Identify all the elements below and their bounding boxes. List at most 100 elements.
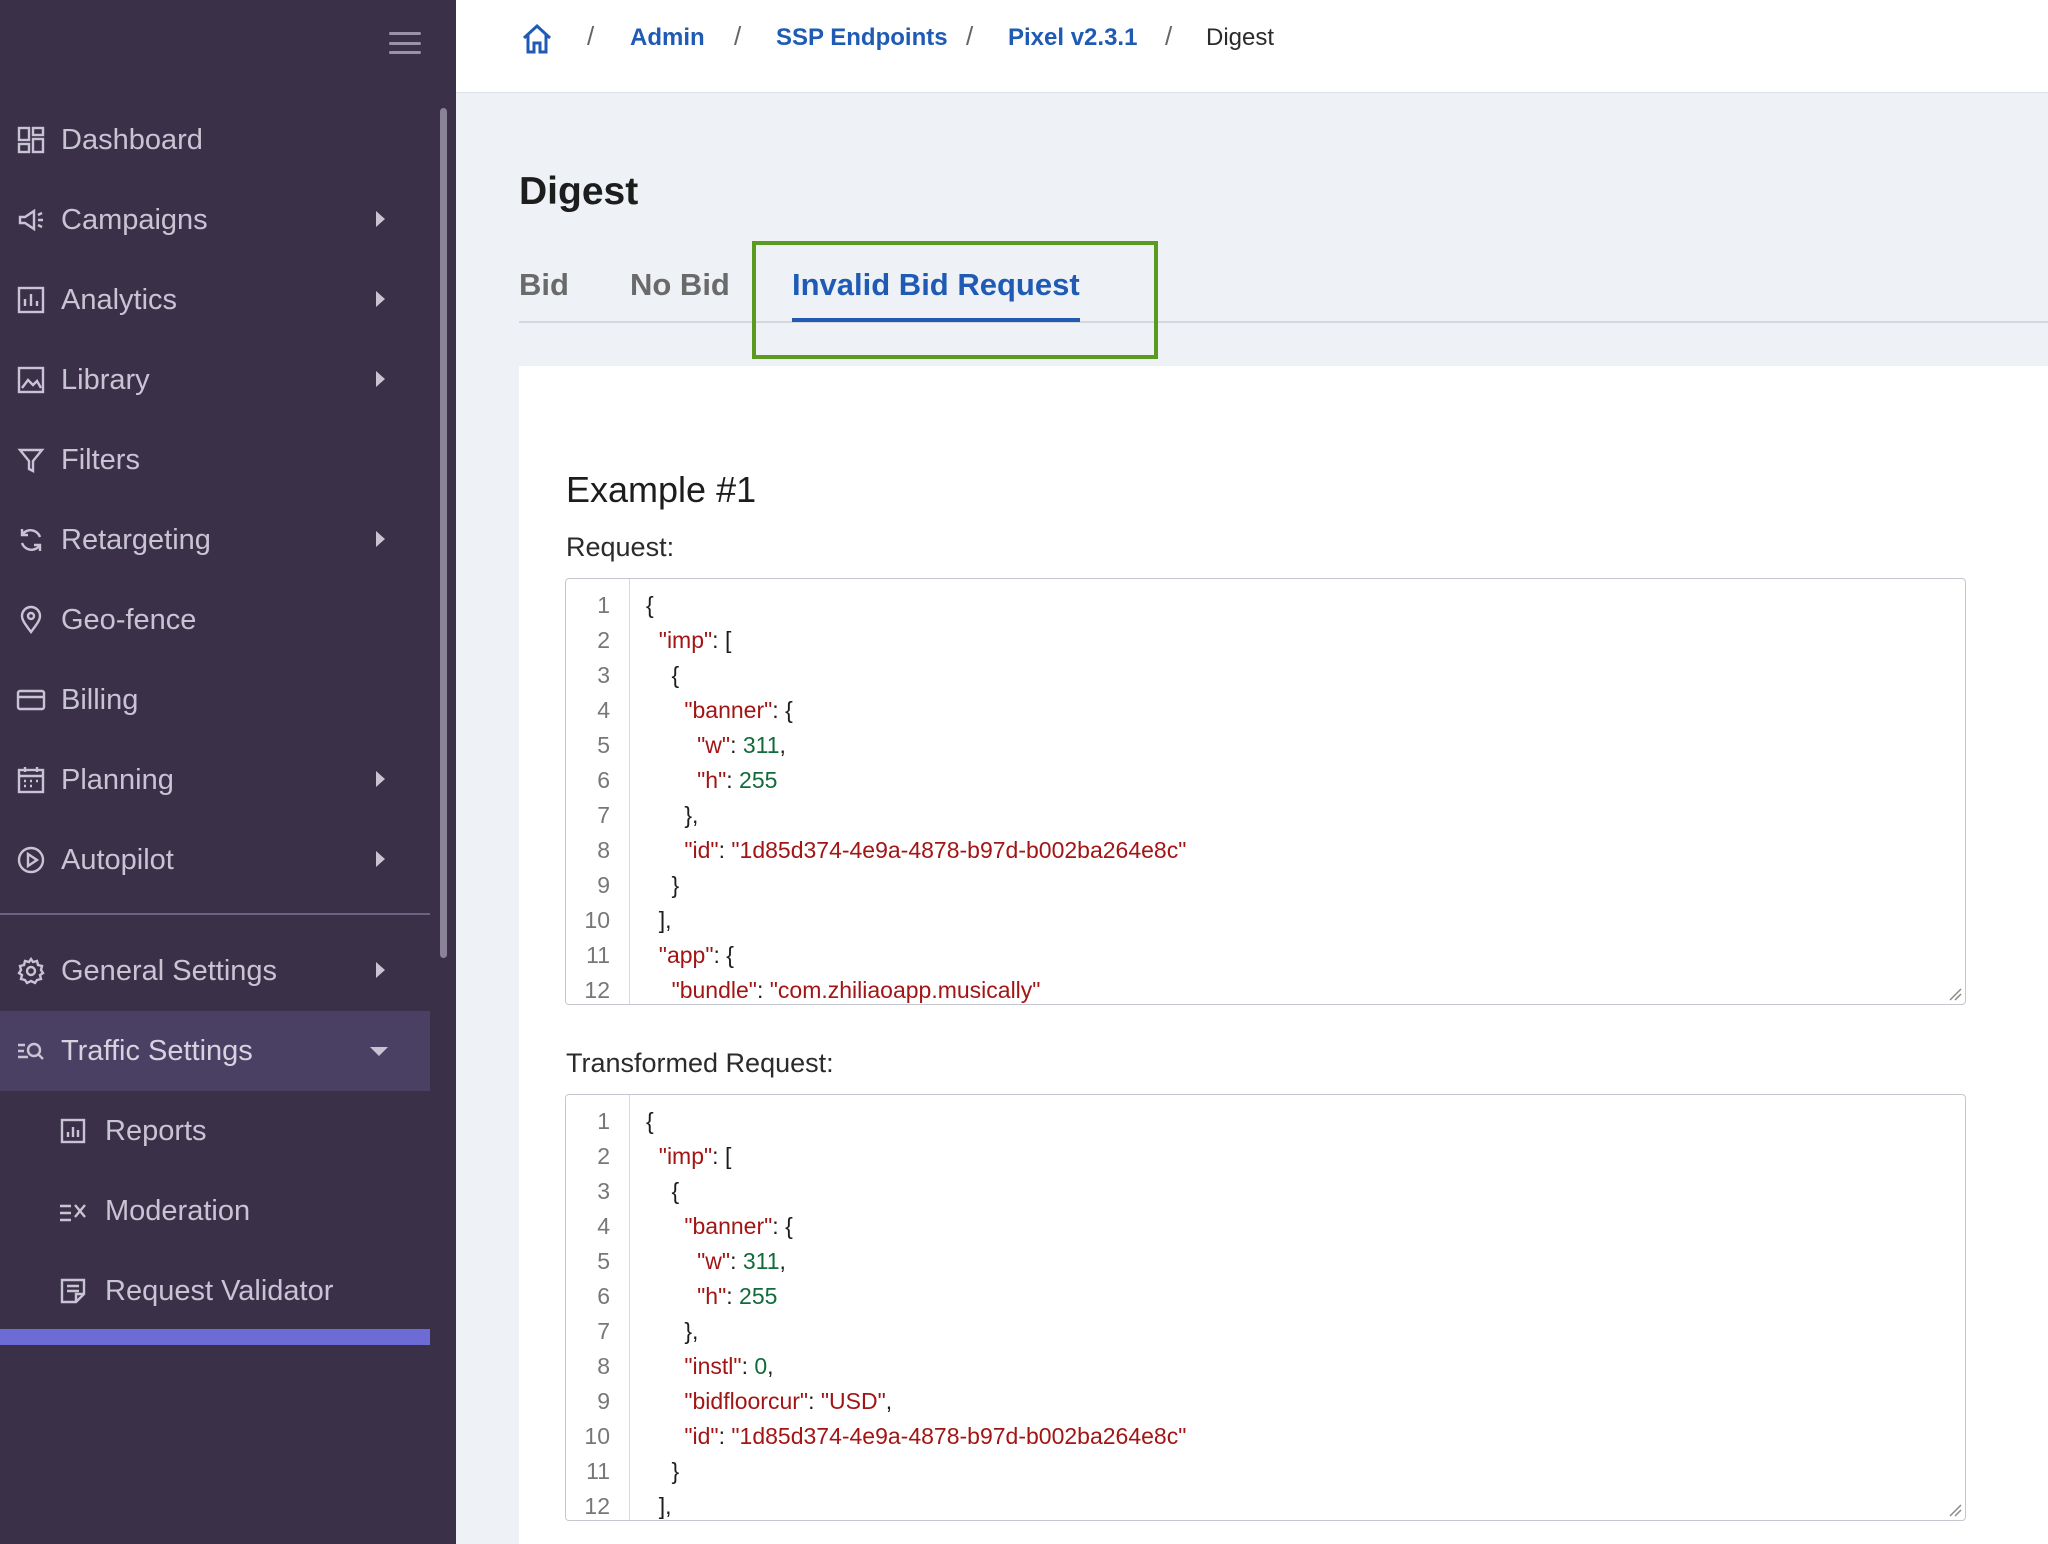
json-punctuation: : <box>718 837 732 863</box>
sidebar-item-retargeting[interactable]: Retargeting <box>0 500 430 580</box>
sidebar-item-reports[interactable]: Reports <box>0 1091 430 1171</box>
json-punctuation: : <box>730 732 743 758</box>
line-number: 12 <box>584 977 610 1003</box>
map-pin-icon <box>16 605 46 635</box>
json-punctuation <box>646 1423 684 1449</box>
request-label: Request: <box>566 532 675 562</box>
code-line: { <box>646 1176 680 1206</box>
json-punctuation: : <box>726 767 740 793</box>
filter-icon <box>16 445 46 475</box>
breadcrumb-pixel-version[interactable]: Pixel v2.3.1 <box>1008 23 1137 53</box>
tab-no-bid[interactable]: No Bid <box>630 265 730 305</box>
json-punctuation: }, <box>646 802 699 828</box>
transformed-request-label: Transformed Request: <box>566 1048 834 1078</box>
sidebar-item-general-settings[interactable]: General Settings <box>0 931 430 1011</box>
code-line: "id": "1d85d374-4e9a-4878-b97d-b002ba264… <box>646 835 1186 865</box>
json-punctuation: , <box>767 1353 774 1379</box>
breadcrumb: / Admin / SSP Endpoints / Pixel v2.3.1 /… <box>456 0 2048 93</box>
sidebar-item-analytics[interactable]: Analytics <box>0 260 430 340</box>
tab-invalid-bid-request[interactable]: Invalid Bid Request <box>792 265 1080 305</box>
json-punctuation: : <box>808 1388 821 1414</box>
line-number: 10 <box>584 907 610 933</box>
play-circle-icon <box>16 845 46 875</box>
json-key: "banner" <box>684 1213 773 1239</box>
chevron-right-icon <box>376 851 385 867</box>
breadcrumb-admin[interactable]: Admin <box>630 23 705 53</box>
sidebar-item-filters[interactable]: Filters <box>0 420 430 500</box>
code-line: { <box>646 660 680 690</box>
json-value: "1d85d374-4e9a-4878-b97d-b002ba264e8c" <box>731 1423 1187 1449</box>
traffic-search-icon <box>16 1036 46 1066</box>
sidebar-item-dashboard[interactable]: Dashboard <box>0 100 430 180</box>
code-line: "h": 255 <box>646 1281 777 1311</box>
breadcrumb-current: Digest <box>1206 24 1275 51</box>
json-punctuation <box>646 767 697 793</box>
home-icon[interactable] <box>520 22 554 56</box>
sidebar: Dashboard Campaigns Analytics Library Fi… <box>0 0 456 1544</box>
transformed-request-code-editor[interactable]: 1 {2 "imp": [3 {4 "banner": {5 "w": 311, 6… <box>565 1094 1966 1521</box>
request-code-editor[interactable]: 1{2 "imp": [3 {4 "banner": {5 "w": 311, 6… <box>565 578 1966 1005</box>
code-line: "app": { <box>646 940 734 970</box>
code-line: "banner": { <box>646 1211 792 1241</box>
sidebar-item-traffic-settings[interactable]: Traffic Settings <box>0 1011 430 1091</box>
line-number: 3 <box>597 662 610 688</box>
json-punctuation <box>646 977 672 1003</box>
resize-handle-icon[interactable] <box>1948 1503 1962 1517</box>
sidebar-item-label: Dashboard <box>61 124 203 156</box>
chevron-down-icon <box>370 1047 388 1056</box>
json-key: "h" <box>697 1283 727 1309</box>
json-value: 0 <box>754 1353 768 1379</box>
line-number: 11 <box>586 1458 610 1484</box>
line-number: 6 <box>597 767 610 793</box>
code-line: "imp": [ <box>646 625 732 655</box>
breadcrumb-separator: / <box>734 21 742 51</box>
tab-bid[interactable]: Bid <box>519 265 569 305</box>
json-punctuation: } <box>646 872 680 898</box>
line-number: 5 <box>597 1248 610 1274</box>
sidebar-item-label: Moderation <box>105 1195 251 1227</box>
line-number: 7 <box>597 1318 610 1344</box>
bar-chart-icon <box>16 285 46 315</box>
sidebar-item-campaigns[interactable]: Campaigns <box>0 180 430 260</box>
chevron-right-icon <box>376 371 385 387</box>
line-number: 11 <box>586 942 610 968</box>
breadcrumb-separator: / <box>587 21 595 51</box>
line-number: 8 <box>597 837 610 863</box>
chevron-right-icon <box>376 531 385 547</box>
json-punctuation: { <box>646 592 654 618</box>
json-key: "instl" <box>684 1353 742 1379</box>
json-key: "id" <box>684 837 719 863</box>
document-edit-icon <box>58 1276 88 1306</box>
sidebar-scrollbar[interactable] <box>440 108 447 958</box>
json-punctuation: : [ <box>712 627 732 653</box>
sidebar-item-billing[interactable]: Billing <box>0 660 430 740</box>
json-punctuation: { <box>646 1108 654 1134</box>
breadcrumb-ssp-endpoints[interactable]: SSP Endpoints <box>776 23 948 53</box>
sidebar-item-library[interactable]: Library <box>0 340 430 420</box>
json-punctuation <box>646 1248 697 1274</box>
json-key: "bidfloorcur" <box>684 1388 809 1414</box>
sidebar-item-autopilot[interactable]: Autopilot <box>0 820 430 900</box>
active-indicator-bar <box>0 1329 430 1345</box>
sidebar-item-geo-fence[interactable]: Geo-fence <box>0 580 430 660</box>
sidebar-item-label: Reports <box>105 1115 207 1147</box>
chevron-right-icon <box>376 211 385 227</box>
checklist-icon <box>58 1196 88 1226</box>
line-number: 1 <box>597 1108 610 1134</box>
calendar-icon <box>16 765 46 795</box>
json-punctuation: } <box>646 1458 680 1484</box>
json-value: 255 <box>739 1283 778 1309</box>
json-punctuation: ], <box>646 1493 672 1519</box>
json-key: "w" <box>697 732 731 758</box>
breadcrumb-separator: / <box>1165 21 1173 51</box>
tabs-divider <box>519 321 2048 323</box>
sidebar-item-planning[interactable]: Planning <box>0 740 430 820</box>
sidebar-item-request-validator[interactable]: Request Validator <box>0 1251 430 1331</box>
json-value: "1d85d374-4e9a-4878-b97d-b002ba264e8c" <box>731 837 1187 863</box>
hamburger-menu-icon[interactable] <box>389 32 421 54</box>
resize-handle-icon[interactable] <box>1948 987 1962 1001</box>
json-key: "banner" <box>684 697 773 723</box>
code-line: }, <box>646 800 698 830</box>
json-punctuation: { <box>646 1178 680 1204</box>
sidebar-item-moderation[interactable]: Moderation <box>0 1171 430 1251</box>
